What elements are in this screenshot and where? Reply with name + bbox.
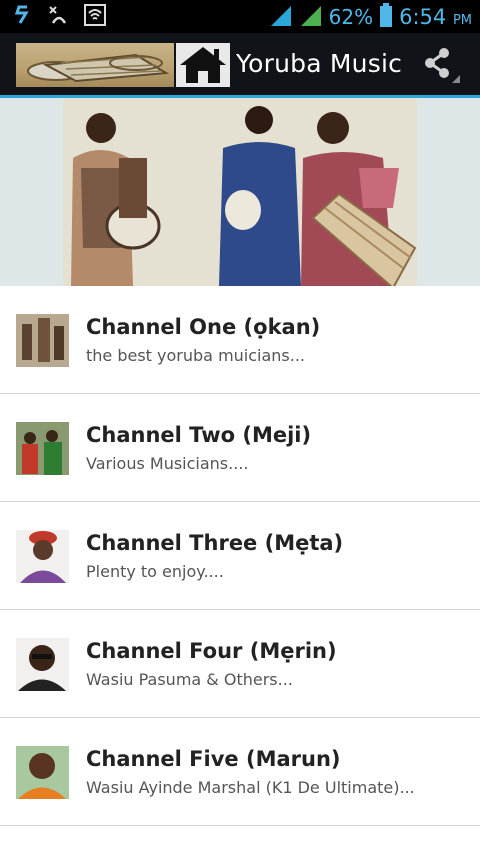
share-icon xyxy=(425,48,449,78)
list-item[interactable]: Channel Five (Marun) Wasiu Ayinde Marsha… xyxy=(0,718,480,826)
app-title: Yoruba Music xyxy=(236,49,403,78)
battery-percent: 62% xyxy=(328,5,374,29)
banner xyxy=(0,98,480,286)
list-item[interactable]: Channel One (ọkan) the best yoruba muici… xyxy=(0,286,480,394)
channel-thumbnail xyxy=(16,314,69,367)
share-button[interactable] xyxy=(420,45,462,85)
channel-title: Channel Two (Meji) xyxy=(86,423,312,447)
channel-title: Channel Five (Marun) xyxy=(86,747,341,771)
list-item[interactable]: Channel Two (Meji) Various Musicians.... xyxy=(0,394,480,502)
home-button[interactable] xyxy=(176,43,230,87)
usb-debug-icon xyxy=(12,4,34,26)
channel-list: Channel One (ọkan) the best yoruba muici… xyxy=(0,286,480,826)
action-bar: Yoruba Music xyxy=(0,33,480,98)
battery-icon xyxy=(379,3,393,31)
channel-subtitle: Wasiu Ayinde Marshal (K1 De Ultimate)... xyxy=(86,778,415,797)
channel-subtitle: Wasiu Pasuma & Others... xyxy=(86,670,293,689)
status-bar: 62% 6:54 PM xyxy=(0,0,480,33)
channel-subtitle: Plenty to enjoy.... xyxy=(86,562,224,581)
list-item[interactable]: Channel Four (Mẹrin) Wasiu Pasuma & Othe… xyxy=(0,610,480,718)
signal-cross-icon xyxy=(48,4,70,26)
channel-thumbnail xyxy=(16,746,69,799)
overflow-corner xyxy=(452,75,460,83)
clock-time: 6:54 xyxy=(399,5,447,29)
list-item[interactable]: Channel Three (Mẹta) Plenty to enjoy.... xyxy=(0,502,480,610)
channel-title: Channel Four (Mẹrin) xyxy=(86,639,337,663)
channel-thumbnail xyxy=(16,422,69,475)
clock-suffix: PM xyxy=(452,13,472,28)
signal-bars-icon xyxy=(269,4,293,30)
channel-thumbnail xyxy=(16,638,69,691)
channel-subtitle: the best yoruba muicians... xyxy=(86,346,306,365)
clock: 6:54 PM xyxy=(399,5,472,29)
home-icon xyxy=(180,47,226,83)
wifi-box-icon xyxy=(84,4,106,26)
channel-title: Channel One (ọkan) xyxy=(86,315,321,339)
app-logo-instruments xyxy=(16,43,174,87)
banner-drummers-image xyxy=(63,98,417,286)
channel-thumbnail xyxy=(16,530,69,583)
channel-subtitle: Various Musicians.... xyxy=(86,454,249,473)
channel-title: Channel Three (Mẹta) xyxy=(86,531,344,555)
signal-bars-icon xyxy=(299,4,323,30)
